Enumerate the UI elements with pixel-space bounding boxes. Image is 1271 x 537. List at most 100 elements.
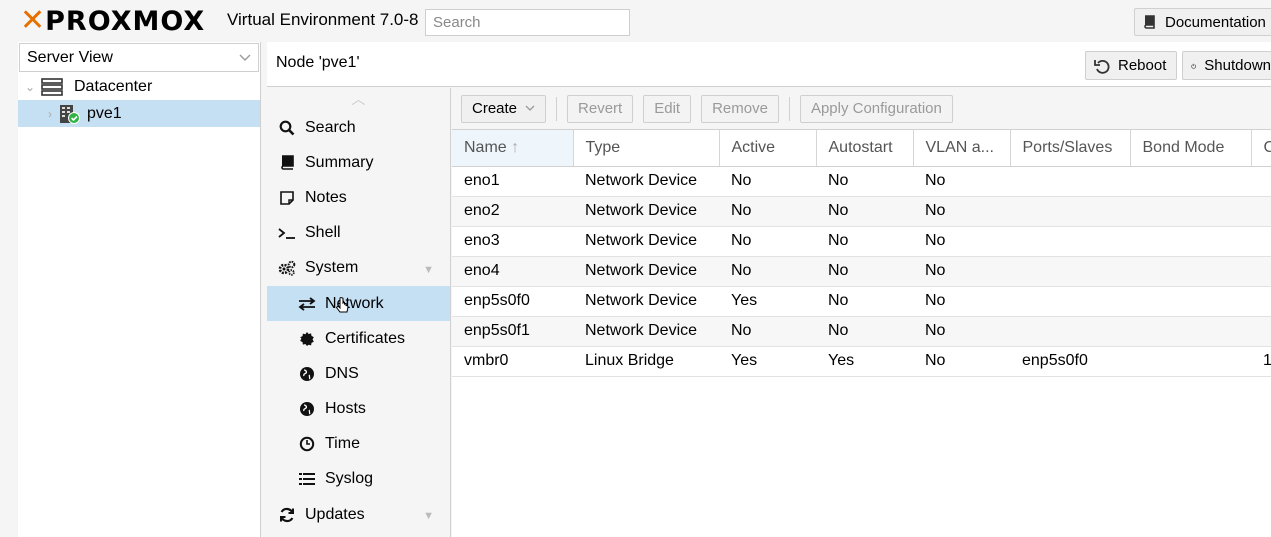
- cell-name: eno3: [452, 226, 573, 257]
- resource-tree-panel: Server View ⌄ Datacenter › pve1: [18, 42, 261, 537]
- list-icon: [296, 472, 318, 486]
- cell-name: eno4: [452, 256, 573, 287]
- column-header-bond-mode[interactable]: Bond Mode: [1130, 130, 1252, 167]
- cell-autostart: No: [816, 226, 913, 257]
- collapse-caret-icon[interactable]: ▼: [423, 264, 434, 276]
- cell-name: enp5s0f1: [452, 316, 573, 347]
- column-header-active[interactable]: Active: [719, 130, 817, 167]
- table-row[interactable]: eno2 Network Device No No No: [452, 196, 1271, 227]
- cell-active: Yes: [719, 346, 816, 377]
- shutdown-button[interactable]: Shutdown: [1182, 51, 1271, 80]
- version-label: Virtual Environment 7.0-8: [227, 10, 419, 29]
- column-header-vlan-aware[interactable]: VLAN a...: [913, 130, 1011, 167]
- table-row[interactable]: eno3 Network Device No No No: [452, 226, 1271, 257]
- server-view-select[interactable]: Server View: [19, 43, 259, 72]
- cell-bond-mode: [1130, 196, 1251, 227]
- proxmox-logo[interactable]: ✕ PROXMOX: [20, 5, 206, 37]
- tree-item-datacenter[interactable]: ⌄ Datacenter: [18, 73, 260, 100]
- table-row[interactable]: eno4 Network Device No No No: [452, 256, 1271, 287]
- menu-item-syslog[interactable]: Syslog: [267, 462, 450, 497]
- cell-bond-mode: [1130, 226, 1251, 257]
- cell-ports-slaves: [1010, 166, 1130, 197]
- datacenter-label: Datacenter: [74, 77, 153, 95]
- menu-item-summary[interactable]: Summary: [267, 145, 450, 180]
- cell-autostart: No: [816, 316, 913, 347]
- cell-autostart: No: [816, 196, 913, 227]
- toolbar-separator: [788, 96, 790, 121]
- cell-autostart: Yes: [816, 346, 913, 377]
- cell-ports-slaves: [1010, 256, 1130, 287]
- table-row[interactable]: vmbr0Linux BridgeYesYesNoenp5s0f01: [452, 346, 1271, 377]
- reboot-button[interactable]: Reboot: [1085, 51, 1178, 80]
- shutdown-label: Shutdown: [1204, 57, 1271, 74]
- column-header-name[interactable]: Name ↑: [452, 130, 574, 167]
- cell-cidr: [1251, 286, 1271, 317]
- cell-active: No: [719, 166, 816, 197]
- menu-item-network[interactable]: Network: [267, 285, 450, 322]
- cell-cidr: [1251, 196, 1271, 227]
- power-icon: [1191, 63, 1196, 69]
- menu-item-updates[interactable]: Updates ▼: [267, 497, 450, 532]
- column-header-type[interactable]: Type: [573, 130, 720, 167]
- chevron-right-icon[interactable]: ›: [43, 107, 57, 121]
- cell-autostart: No: [816, 166, 913, 197]
- remove-button[interactable]: Remove: [701, 94, 779, 123]
- documentation-label: Documentation: [1165, 13, 1266, 31]
- node-header: Node 'pve1' Reboot Shutdown: [267, 42, 1271, 87]
- menu-item-search[interactable]: Search: [267, 110, 450, 145]
- edit-button[interactable]: Edit: [643, 94, 692, 123]
- search-input[interactable]: [425, 9, 630, 36]
- menu-item-system[interactable]: System ▼: [267, 251, 450, 286]
- globe-icon: [296, 366, 318, 382]
- chevron-down-icon[interactable]: ⌄: [23, 80, 37, 94]
- column-header-autostart[interactable]: Autostart: [816, 130, 914, 167]
- network-grid: Name ↑ Type Active Autostart VLAN a... P…: [452, 130, 1271, 377]
- menu-item-shell[interactable]: Shell: [267, 216, 450, 251]
- exchange-icon: [296, 296, 318, 311]
- menu-item-dns[interactable]: DNS: [267, 356, 450, 391]
- cell-name: enp5s0f0: [452, 286, 573, 317]
- scroll-up-icon[interactable]: ︿: [267, 88, 450, 110]
- menu-label-certificates: Certificates: [325, 329, 406, 347]
- globe-icon: [296, 401, 318, 417]
- cell-name: eno1: [452, 166, 573, 197]
- mouse-cursor-icon: [336, 297, 349, 313]
- cell-cidr: [1251, 316, 1271, 347]
- apply-configuration-button[interactable]: Apply Configuration: [799, 94, 953, 123]
- cell-vlan-aware: No: [913, 256, 1010, 287]
- cell-type: Network Device: [573, 166, 719, 197]
- menu-item-notes[interactable]: Notes: [267, 180, 450, 215]
- cell-bond-mode: [1130, 256, 1251, 287]
- menu-label-summary: Summary: [305, 153, 374, 171]
- menu-item-hosts[interactable]: Hosts: [267, 392, 450, 427]
- node-online-icon: [57, 104, 81, 124]
- menu-item-time[interactable]: Time: [267, 427, 450, 462]
- revert-button[interactable]: Revert: [567, 94, 634, 123]
- node-side-menu: ︿ Search Summary Notes Shell System ▼ Ne…: [267, 88, 451, 537]
- cell-type: Network Device: [573, 196, 719, 227]
- collapse-caret-icon[interactable]: ▼: [423, 510, 434, 522]
- logo-text: PROXMOX: [45, 5, 206, 37]
- cell-type: Linux Bridge: [573, 346, 719, 377]
- cell-vlan-aware: No: [913, 196, 1010, 227]
- tree-item-pve1[interactable]: › pve1: [18, 100, 260, 127]
- cell-name: vmbr0: [452, 346, 573, 377]
- create-button[interactable]: Create: [461, 94, 547, 123]
- cell-active: Yes: [719, 286, 816, 317]
- table-row[interactable]: eno1 Network Device No No No: [452, 166, 1271, 197]
- menu-item-certificates[interactable]: Certificates: [267, 321, 450, 356]
- refresh-icon: [276, 507, 298, 523]
- cell-autostart: No: [816, 256, 913, 287]
- grid-body: eno1 Network Device No No No eno2 Network Devi…: [452, 166, 1271, 377]
- cell-cidr: [1251, 226, 1271, 257]
- column-header-ports-slaves[interactable]: Ports/Slaves: [1010, 130, 1131, 167]
- cell-type: Network Device: [573, 316, 719, 347]
- table-row[interactable]: enp5s0f0 Network Device Yes No No: [452, 286, 1271, 317]
- menu-label-hosts: Hosts: [325, 400, 366, 418]
- table-row[interactable]: enp5s0f1 Network Device No No No: [452, 316, 1271, 347]
- cell-bond-mode: [1130, 286, 1251, 317]
- documentation-button[interactable]: Documentation: [1134, 8, 1271, 36]
- book-icon: [1144, 14, 1155, 29]
- column-header-cidr[interactable]: C: [1251, 130, 1271, 167]
- chevron-down-icon: [239, 54, 251, 61]
